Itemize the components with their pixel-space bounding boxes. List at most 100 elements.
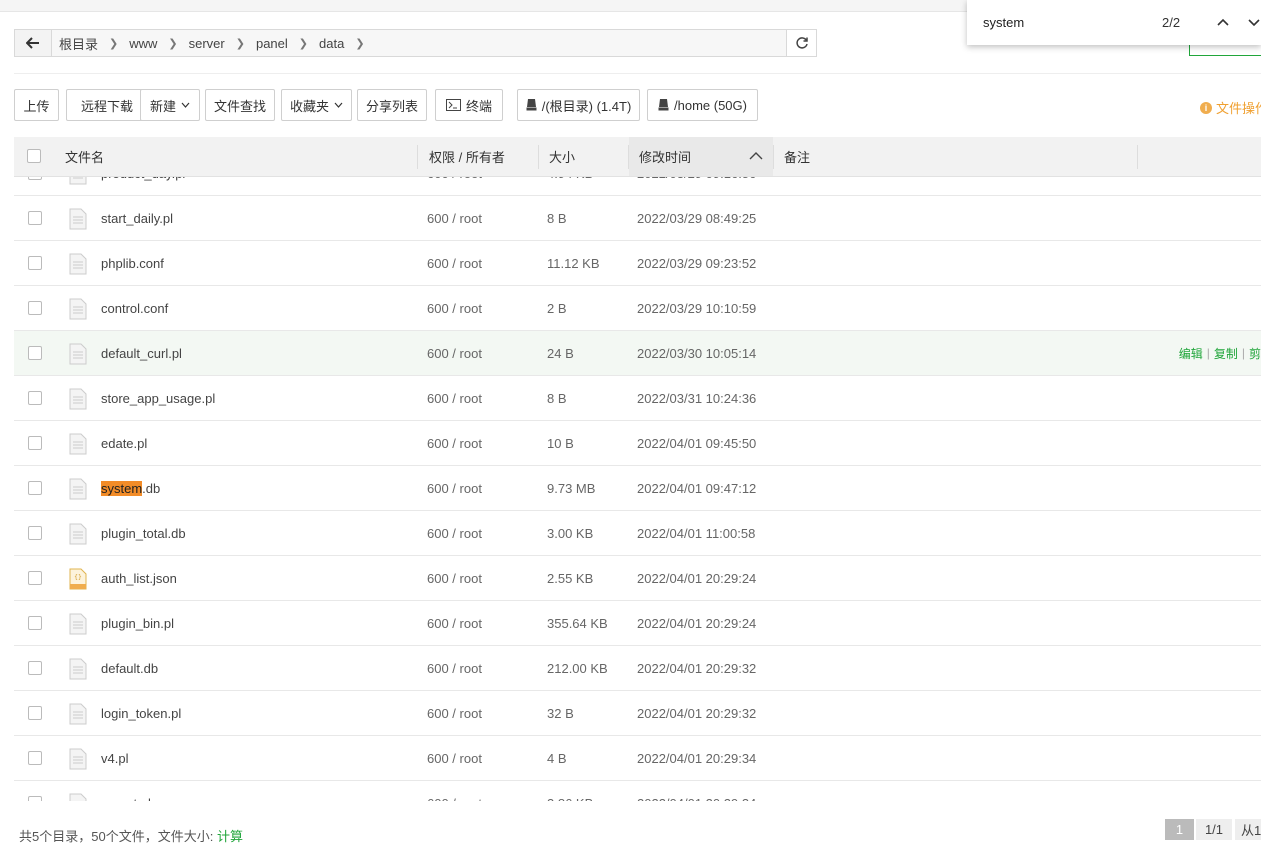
crumb-www[interactable]: www: [129, 36, 157, 51]
col-note[interactable]: 备注: [784, 137, 810, 176]
table-row[interactable]: control.conf 600 / root 2 B 2022/03/29 1…: [14, 286, 1261, 331]
file-ops-label: 文件操作: [1216, 101, 1261, 116]
disk-home-button[interactable]: /home (50G): [647, 89, 758, 121]
file-perm[interactable]: 600 / root: [427, 781, 482, 802]
row-checkbox[interactable]: [28, 751, 42, 765]
file-name[interactable]: control.conf: [101, 286, 168, 330]
refresh-button[interactable]: [786, 30, 816, 56]
file-icon: [69, 388, 87, 410]
file-perm[interactable]: 600 / root: [427, 286, 482, 330]
file-mtime: 2022/04/01 20:29:34: [637, 750, 757, 766]
file-perm[interactable]: 600 / root: [427, 331, 482, 375]
row-checkbox[interactable]: [28, 526, 42, 540]
file-name[interactable]: store_app_usage.pl: [101, 376, 215, 420]
crumb-server[interactable]: server: [189, 36, 225, 51]
favorites-label: 收藏夹: [289, 98, 329, 114]
file-name[interactable]: phplib.conf: [101, 241, 164, 285]
upload-button[interactable]: 上传: [14, 89, 59, 121]
disk-root-button[interactable]: /(根目录) (1.4T): [517, 89, 640, 121]
find-input[interactable]: system: [983, 15, 1024, 30]
row-checkbox[interactable]: [28, 301, 42, 315]
file-size: 9.73 MB: [547, 480, 596, 496]
file-name[interactable]: auth_list.json: [101, 556, 177, 600]
file-name[interactable]: login_token.pl: [101, 691, 181, 735]
column-divider: [628, 145, 629, 169]
edit-link[interactable]: 编辑: [1179, 345, 1203, 362]
row-checkbox[interactable]: [28, 571, 42, 585]
file-perm[interactable]: 600 / root: [427, 511, 482, 555]
file-perm[interactable]: 600 / root: [427, 376, 482, 420]
file-perm[interactable]: 600 / root: [427, 421, 482, 465]
row-checkbox[interactable]: [28, 346, 42, 360]
back-button[interactable]: [15, 30, 52, 56]
copy-link[interactable]: 复制: [1214, 345, 1238, 362]
find-count: 2/2: [1162, 15, 1181, 30]
row-checkbox[interactable]: [28, 211, 42, 225]
favorites-button[interactable]: 收藏夹: [281, 89, 352, 121]
table-row[interactable]: system .db 600 / root 9.73 MB 2022/04/01 …: [14, 466, 1261, 511]
file-search-button[interactable]: 文件查找: [205, 89, 275, 121]
table-row[interactable]: recent.pl 600 / root 3.86 KB 2022/04/01 …: [14, 781, 1261, 801]
col-perm[interactable]: 权限 / 所有者: [429, 137, 505, 176]
table-row[interactable]: store_app_usage.pl 600 / root 8 B 2022/0…: [14, 376, 1261, 421]
new-button[interactable]: 新建: [140, 89, 200, 121]
file-perm[interactable]: 600 / root: [427, 196, 482, 240]
row-checkbox[interactable]: [28, 796, 42, 801]
table-row[interactable]: plugin_total.db 600 / root 3.00 KB 2022/…: [14, 511, 1261, 556]
table-row[interactable]: {} auth_list.json 600 / root 2.55 KB 202…: [14, 556, 1261, 601]
file-perm[interactable]: 600 / root: [427, 646, 482, 690]
row-checkbox[interactable]: [28, 391, 42, 405]
table-row-hovered[interactable]: default_curl.pl 600 / root 24 B 2022/03/…: [14, 331, 1261, 376]
file-name[interactable]: v4.pl: [101, 736, 128, 780]
row-checkbox[interactable]: [28, 661, 42, 675]
share-list-button[interactable]: 分享列表: [357, 89, 427, 121]
col-name[interactable]: 文件名: [65, 137, 104, 176]
file-name[interactable]: system .db: [101, 466, 160, 510]
row-checkbox[interactable]: [28, 436, 42, 450]
crumb-data[interactable]: data: [319, 36, 344, 51]
file-perm[interactable]: 600 / root: [427, 466, 482, 510]
select-all-checkbox[interactable]: [27, 149, 41, 163]
file-mtime: 2022/03/30 10:05:14: [637, 345, 757, 361]
crumb-root[interactable]: 根目录: [59, 34, 98, 53]
cut-link[interactable]: 剪: [1249, 345, 1261, 362]
col-mtime[interactable]: 修改时间: [639, 137, 691, 176]
file-name[interactable]: start_daily.pl: [101, 196, 173, 240]
file-perm[interactable]: 600 / root: [427, 556, 482, 600]
table-row[interactable]: login_token.pl 600 / root 32 B 2022/04/0…: [14, 691, 1261, 736]
remote-download-button[interactable]: 远程下载: [66, 89, 148, 121]
table-row[interactable]: plugin_bin.pl 600 / root 355.64 KB 2022/…: [14, 601, 1261, 646]
table-row[interactable]: start_daily.pl 600 / root 8 B 2022/03/29…: [14, 196, 1261, 241]
table-row[interactable]: edate.pl 600 / root 10 B 2022/04/01 09:4…: [14, 421, 1261, 466]
summary-text: 共5个目录，50个文件，文件大小:: [19, 829, 214, 844]
file-name[interactable]: recent.pl: [101, 781, 151, 802]
file-perm[interactable]: 600 / root: [427, 601, 482, 645]
file-name[interactable]: default.db: [101, 646, 158, 690]
page-current[interactable]: 1: [1165, 819, 1194, 840]
row-actions: 编辑 | 复制 | 剪: [1178, 345, 1261, 362]
chevron-up-icon[interactable]: [1216, 14, 1230, 30]
file-size: 355.64 KB: [547, 615, 608, 631]
table-row[interactable]: phplib.conf 600 / root 11.12 KB 2022/03/…: [14, 241, 1261, 286]
chevron-down-icon[interactable]: [1247, 14, 1261, 30]
file-perm[interactable]: 600 / root: [427, 691, 482, 735]
chevron-up-icon[interactable]: [749, 151, 763, 161]
file-perm[interactable]: 600 / root: [427, 241, 482, 285]
terminal-button[interactable]: 终端: [435, 89, 503, 121]
row-checkbox[interactable]: [28, 256, 42, 270]
crumb-panel[interactable]: panel: [256, 36, 288, 51]
file-name[interactable]: plugin_total.db: [101, 511, 186, 555]
calc-size-link[interactable]: 计算: [217, 829, 243, 844]
column-divider: [1137, 145, 1138, 169]
col-size[interactable]: 大小: [549, 137, 575, 176]
row-checkbox[interactable]: [28, 481, 42, 495]
file-name[interactable]: edate.pl: [101, 421, 147, 465]
file-name[interactable]: plugin_bin.pl: [101, 601, 174, 645]
row-checkbox[interactable]: [28, 616, 42, 630]
file-name[interactable]: default_curl.pl: [101, 331, 182, 375]
table-row[interactable]: default.db 600 / root 212.00 KB 2022/04/…: [14, 646, 1261, 691]
table-row[interactable]: v4.pl 600 / root 4 B 2022/04/01 20:29:34: [14, 736, 1261, 781]
row-checkbox[interactable]: [28, 706, 42, 720]
file-perm[interactable]: 600 / root: [427, 736, 482, 780]
file-ops-link[interactable]: i 文件操作: [1200, 98, 1261, 117]
